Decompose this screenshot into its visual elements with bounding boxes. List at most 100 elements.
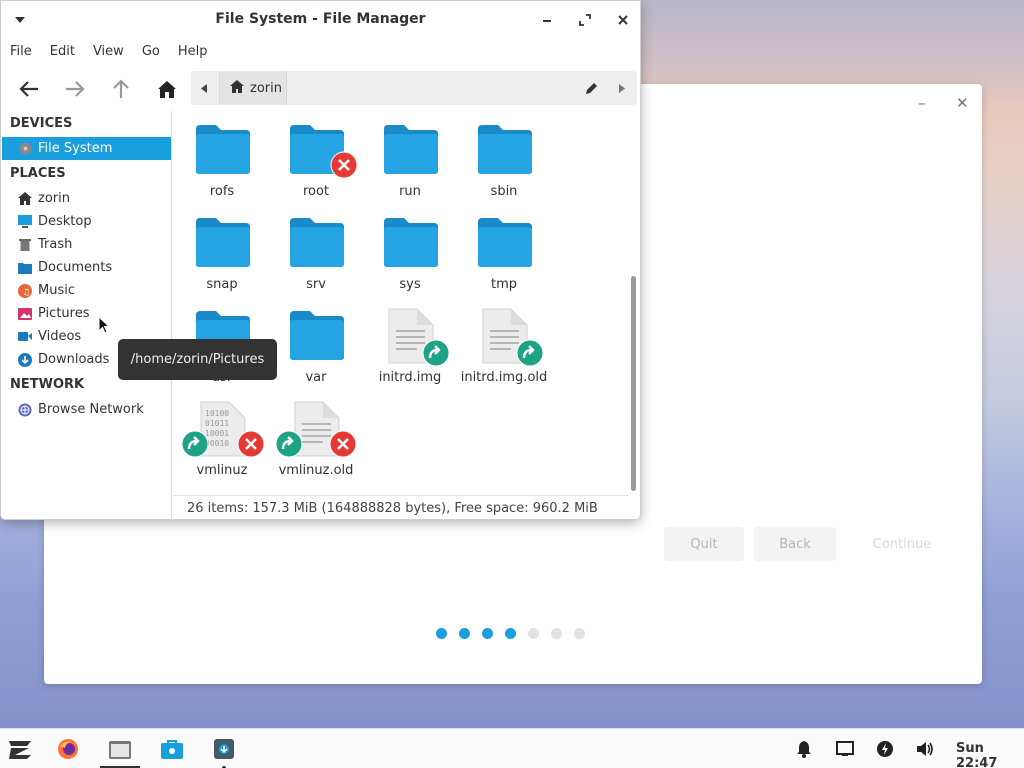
sidebar-item-trash[interactable]: Trash: [2, 233, 171, 256]
sidebar-item-music[interactable]: ♫ Music: [2, 279, 171, 302]
menu-view[interactable]: View: [84, 39, 133, 65]
volume-icon[interactable]: [912, 736, 938, 762]
file-item-var[interactable]: var: [271, 297, 361, 387]
continue-button[interactable]: Continue: [846, 527, 958, 561]
file-item-run[interactable]: run: [365, 111, 455, 201]
menu-go[interactable]: Go: [133, 39, 169, 65]
sidebar-item-pictures[interactable]: Pictures: [2, 302, 171, 325]
software-store-icon[interactable]: [159, 736, 185, 762]
sidebar-item-label: Desktop: [38, 214, 92, 229]
symlink-emblem-icon: [422, 339, 450, 367]
svg-text:♫: ♫: [22, 288, 30, 298]
sidebar-item-label: Trash: [38, 237, 73, 252]
unreadable-emblem-icon: [237, 430, 265, 458]
path-crumb-label: zorin: [250, 80, 282, 96]
sidebar-item-label: Browse Network: [38, 402, 144, 417]
sidebar-tooltip: /home/zorin/Pictures: [118, 339, 277, 380]
file-item-vmlinuz-old[interactable]: vmlinuz.old: [271, 390, 361, 480]
file-item-srv[interactable]: srv: [271, 204, 361, 294]
sidebar: DEVICES File System PLACES zorin Desktop…: [1, 111, 172, 520]
back-button[interactable]: Back: [754, 527, 836, 561]
file-manager-window: File System - File Manager File Edit Vie…: [0, 0, 641, 520]
up-arrow-icon[interactable]: [106, 74, 136, 104]
sidebar-item-label: zorin: [38, 191, 70, 206]
file-item-sys[interactable]: sys: [365, 204, 455, 294]
folder-icon: [196, 218, 250, 267]
file-name: rofs: [209, 184, 235, 199]
file-item-snap[interactable]: snap: [177, 204, 267, 294]
sidebar-item-browse-network[interactable]: Browse Network: [2, 398, 171, 421]
scrollbar[interactable]: [631, 276, 636, 491]
taskbar: Sun 22:47: [0, 728, 1024, 768]
zorin-menu-icon[interactable]: [7, 736, 33, 762]
sidebar-heading-places: PLACES: [10, 166, 66, 181]
notifications-icon[interactable]: [791, 736, 817, 762]
progress-dot: [528, 628, 539, 639]
sidebar-item-zorin[interactable]: zorin: [2, 187, 171, 210]
home-icon: [230, 79, 244, 97]
file-item-root[interactable]: root: [271, 111, 361, 201]
back-arrow-icon[interactable]: [14, 74, 44, 104]
sidebar-item-label: File System: [38, 141, 113, 156]
clock[interactable]: Sun 22:47: [956, 741, 1024, 768]
file-name: sbin: [490, 184, 518, 199]
power-icon[interactable]: [872, 736, 898, 762]
path-right-icon[interactable]: [619, 71, 625, 105]
close-icon[interactable]: ✕: [956, 94, 969, 112]
folder-icon: [478, 218, 532, 267]
file-name: initrd.img.old: [460, 370, 548, 385]
file-name: srv: [306, 277, 326, 292]
menu-file[interactable]: File: [1, 39, 41, 65]
screen-icon[interactable]: [832, 736, 858, 762]
maximize-icon[interactable]: [574, 9, 596, 31]
files-icon[interactable]: [107, 736, 133, 762]
progress-dot: [505, 628, 516, 639]
pictures-icon: [18, 307, 32, 321]
sidebar-item-label: Music: [38, 283, 75, 298]
path-left-icon[interactable]: [201, 71, 207, 105]
videos-icon: [18, 330, 32, 344]
status-bar: 26 items: 157.3 MiB (164888828 bytes), F…: [173, 495, 628, 519]
progress-dots: [436, 628, 585, 639]
documents-icon: [18, 261, 32, 275]
path-bar: zorin: [191, 71, 637, 105]
progress-dot: [436, 628, 447, 639]
unreadable-emblem-icon: [330, 151, 358, 179]
file-item-sbin[interactable]: sbin: [459, 111, 549, 201]
edit-path-icon[interactable]: [585, 71, 598, 105]
menu-edit[interactable]: Edit: [41, 39, 84, 65]
network-icon: [18, 403, 32, 417]
folder-icon: [384, 125, 438, 174]
symlink-emblem-icon: [275, 430, 303, 458]
installer-icon[interactable]: [211, 736, 237, 762]
folder-icon: [196, 125, 250, 174]
minimize-icon[interactable]: –: [918, 94, 926, 112]
progress-dot: [459, 628, 470, 639]
forward-arrow-icon[interactable]: [60, 74, 90, 104]
minimize-icon[interactable]: [536, 9, 558, 31]
quit-button[interactable]: Quit: [664, 527, 744, 561]
file-item-initrd-img-old[interactable]: initrd.img.old: [459, 297, 549, 387]
file-item-rofs[interactable]: rofs: [177, 111, 267, 201]
sidebar-item-desktop[interactable]: Desktop: [2, 210, 171, 233]
file-item-tmp[interactable]: tmp: [459, 204, 549, 294]
sidebar-item-documents[interactable]: Documents: [2, 256, 171, 279]
sidebar-heading-devices: DEVICES: [10, 116, 73, 131]
folder-icon: [290, 311, 344, 360]
file-name: tmp: [490, 277, 517, 292]
toolbar: zorin: [1, 69, 640, 107]
folder-icon: [478, 125, 532, 174]
path-crumb-home[interactable]: zorin: [219, 71, 287, 105]
home-icon[interactable]: [152, 74, 182, 104]
close-icon[interactable]: [612, 9, 634, 31]
file-item-initrd-img[interactable]: initrd.img: [365, 297, 455, 387]
menu-help[interactable]: Help: [169, 39, 217, 65]
desktop-icon: [18, 215, 32, 229]
symlink-emblem-icon: [181, 430, 209, 458]
sidebar-heading-network: NETWORK: [10, 377, 85, 392]
sidebar-item-file-system[interactable]: File System: [2, 137, 171, 160]
title-bar: File System - File Manager: [1, 1, 640, 39]
file-item-vmlinuz[interactable]: 10100 01011 10001 00010 vmlinuz: [177, 390, 267, 480]
firefox-icon[interactable]: [55, 736, 81, 762]
file-name: snap: [206, 277, 238, 292]
